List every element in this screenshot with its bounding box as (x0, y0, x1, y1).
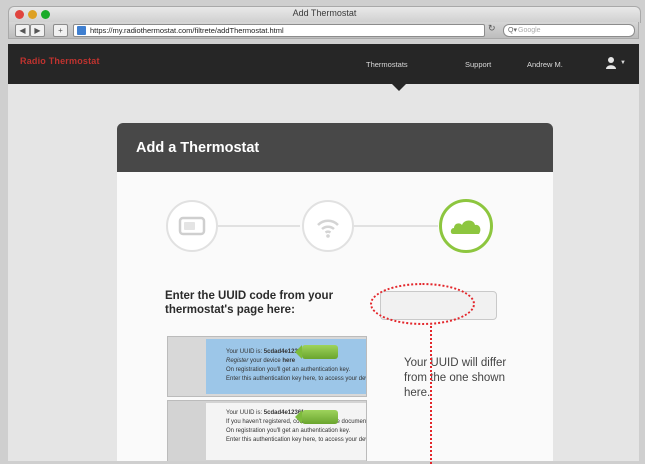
logo-wordmark: Radio Thermostat (20, 56, 100, 66)
sample-pane: Your UUID is: 5cdad4e1236f Register your… (206, 339, 366, 394)
cloud-icon (450, 220, 481, 234)
nav-support[interactable]: Support (465, 60, 491, 69)
search-icon: Q▾ (508, 27, 517, 34)
sample-line: On registration you'll get an authentica… (226, 366, 366, 375)
add-bookmark-button[interactable]: + (53, 24, 68, 37)
address-bar[interactable]: https://my.radiothermostat.com/filtrete/… (73, 24, 485, 37)
browser-search-placeholder: Google (518, 27, 541, 34)
page-title: Add a Thermostat (136, 140, 260, 156)
nav-user-name[interactable]: Andrew M. (527, 60, 563, 69)
site-favicon-icon (77, 26, 86, 35)
site-logo[interactable]: Radio Thermostat (20, 56, 100, 66)
annotation-line (430, 326, 432, 464)
sample-pane: Your UUID is: 5cdad4e1236f If you haven'… (206, 403, 366, 460)
sample-list: Your UUID is: 5cdad4e1236f If you haven'… (206, 409, 366, 445)
forward-button[interactable]: ▶ (30, 24, 45, 37)
step-connector (354, 225, 438, 227)
nav-thermostats[interactable]: Thermostats (366, 60, 408, 69)
sample-line: On registration you'll get an authentica… (226, 427, 366, 436)
uuid-note: Your UUID will differ from the one shown… (404, 357, 507, 399)
card-header: Add a Thermostat (117, 123, 553, 172)
wifi-icon (317, 219, 339, 238)
uuid-prompt: Enter the UUID code from your thermostat… (165, 290, 334, 316)
browser-search-field[interactable]: Q▾ Google (503, 24, 635, 37)
sample-screenshot-bottom: Your UUID is: 5cdad4e1236f If you haven'… (167, 400, 367, 461)
uuid-highlight-arrow-icon (295, 410, 338, 424)
user-icon[interactable] (605, 56, 617, 70)
chevron-down-icon[interactable]: ▼ (620, 60, 626, 66)
address-bar-url: https://my.radiothermostat.com/filtrete/… (90, 26, 284, 35)
back-button[interactable]: ◀ (15, 24, 30, 37)
site-header: Radio Thermostat Thermostats Support And… (8, 44, 639, 84)
reload-icon[interactable]: ↻ (488, 23, 496, 34)
sample-list: Your UUID is: 5cdad4e1236f Register your… (206, 348, 366, 384)
add-thermostat-card: Add a Thermostat Enter the UUID code fro… (117, 123, 553, 461)
uuid-highlight-arrow-icon (295, 345, 338, 359)
step-thermostat (166, 200, 218, 252)
window-title: Add Thermostat (292, 8, 357, 18)
step-connector (218, 225, 300, 227)
sample-line: Enter this authentication key here, to a… (226, 436, 366, 445)
sample-line: Enter this authentication key here, to a… (226, 375, 366, 384)
browser-toolbar: ◀ ▶ + https://my.radiothermostat.com/fil… (8, 22, 639, 39)
step-wifi (302, 200, 354, 252)
annotation-ellipse (370, 283, 475, 325)
active-tab-indicator (392, 84, 406, 91)
step-cloud (439, 199, 493, 253)
window-titlebar: Add Thermostat (8, 6, 641, 23)
thermostat-icon (178, 216, 206, 236)
